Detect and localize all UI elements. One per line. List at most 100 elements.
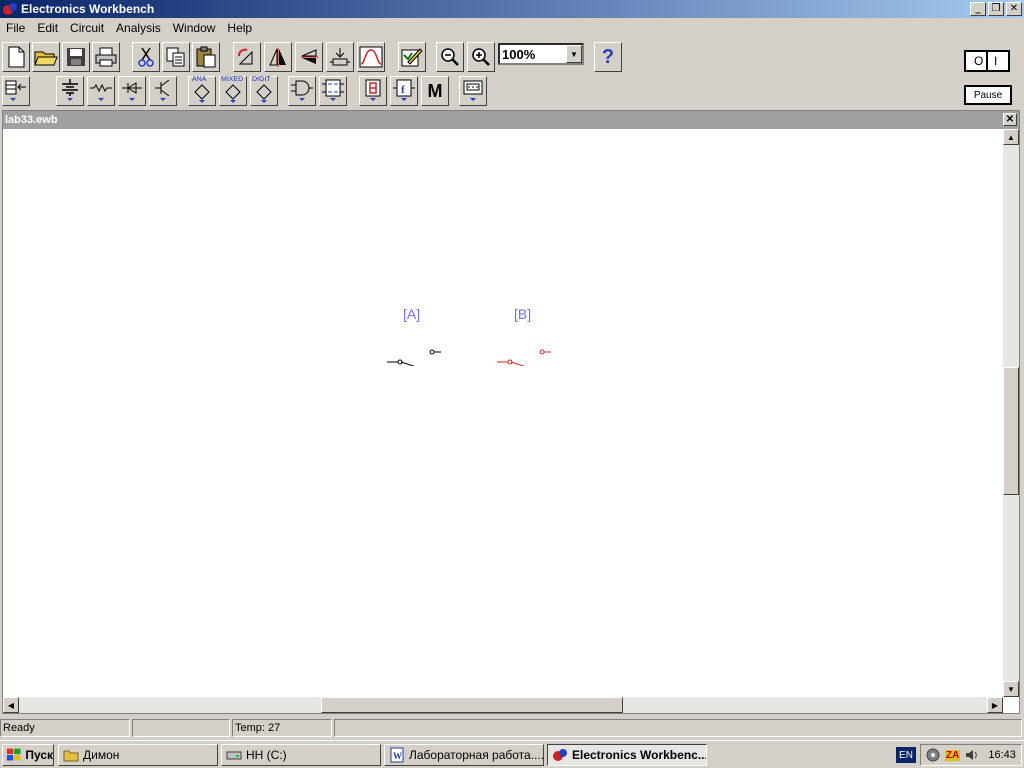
menu-help[interactable]: Help (221, 21, 258, 35)
status-temperature: Temp: 27 (232, 719, 332, 737)
miscellaneous-bin-button[interactable]: M (421, 76, 449, 106)
logic-gates-bin-button[interactable] (288, 76, 316, 106)
circuit-window-title: lab33.ewb (5, 114, 58, 126)
and-gate-icon (291, 80, 313, 101)
menu-analysis[interactable]: Analysis (110, 21, 167, 35)
close-button[interactable]: ✕ (1006, 2, 1022, 16)
vertical-scrollbar[interactable]: ▲ ▼ (1003, 129, 1019, 697)
zoom-out-button[interactable] (436, 42, 464, 72)
restore-button[interactable]: ❐ (988, 2, 1004, 16)
save-button[interactable] (62, 42, 90, 72)
controls-bin-button[interactable]: f (390, 76, 418, 106)
language-indicator[interactable]: EN (896, 747, 916, 763)
analog-bin-label: ANA (192, 76, 207, 83)
horizontal-scrollbar[interactable]: ◀ ▶ (3, 697, 1003, 713)
start-button[interactable]: Пуск (2, 744, 54, 766)
flip-flop-icon (322, 79, 344, 101)
mixed-ics-bin-button[interactable]: MIXED (219, 76, 247, 106)
system-tray: ZA 16:43 (920, 744, 1022, 766)
instruments-bin-button[interactable] (459, 76, 487, 106)
zoom-in-button[interactable] (467, 42, 495, 72)
printer-icon (95, 47, 117, 67)
scissors-icon (138, 47, 154, 67)
digital-bin-label: DIGIT (252, 76, 271, 83)
copy-icon (166, 47, 185, 67)
menu-window[interactable]: Window (167, 21, 222, 35)
favorites-bin-icon (5, 80, 26, 101)
help-button[interactable]: ? (594, 42, 622, 72)
chevron-down-icon[interactable]: ▼ (566, 45, 582, 63)
status-bar: Ready Temp: 27 (0, 719, 1024, 739)
scroll-left-icon[interactable]: ◀ (3, 697, 19, 713)
menu-edit[interactable]: Edit (31, 21, 64, 35)
volume-icon[interactable] (964, 747, 980, 763)
description-button[interactable] (398, 42, 426, 72)
rotate-icon (238, 48, 253, 65)
window-title: Electronics Workbench (21, 2, 155, 16)
status-cell-2 (132, 719, 230, 737)
task-word[interactable]: W Лабораторная работа.... (384, 744, 544, 766)
scroll-up-icon[interactable]: ▲ (1003, 129, 1019, 145)
circuit-canvas[interactable]: [A] [B] (3, 129, 1003, 697)
new-file-icon (8, 46, 25, 68)
digital-bin-button[interactable] (319, 76, 347, 106)
tray-app-icon[interactable] (925, 747, 941, 763)
title-bar[interactable]: Electronics Workbench _ ❐ ✕ (0, 0, 1024, 18)
copy-button[interactable] (162, 42, 190, 72)
menu-file[interactable]: File (0, 21, 31, 35)
task-drive[interactable]: HH (C:) (221, 744, 381, 766)
instrument-icon (463, 80, 483, 101)
scroll-right-icon[interactable]: ▶ (987, 697, 1003, 713)
component-properties-button[interactable] (326, 42, 354, 72)
transistors-bin-button[interactable] (149, 76, 177, 106)
zoom-select[interactable]: 100% ▼ (498, 43, 584, 65)
basic-bin-button[interactable] (87, 76, 115, 106)
pause-button[interactable]: Pause (964, 85, 1012, 105)
power-switch[interactable]: O I (964, 50, 1010, 72)
folder-icon (63, 750, 79, 762)
rotate-button[interactable] (233, 42, 261, 72)
power-off-label: O (974, 54, 984, 68)
task-folder-label: Димон (83, 748, 120, 762)
paste-button[interactable] (192, 42, 220, 72)
flip-vertical-icon (301, 49, 318, 64)
digital-ics-bin-button[interactable]: DIGIT (250, 76, 278, 106)
minimize-button[interactable]: _ (970, 2, 986, 16)
menu-circuit[interactable]: Circuit (64, 21, 110, 35)
print-button[interactable] (92, 42, 120, 72)
diode-icon (122, 82, 142, 101)
task-drive-label: HH (C:) (246, 748, 287, 762)
cut-button[interactable] (132, 42, 160, 72)
mixed-bin-label: MIXED (221, 76, 244, 83)
indicators-bin-button[interactable] (359, 76, 387, 106)
flip-vertical-button[interactable] (295, 42, 323, 72)
new-file-button[interactable] (2, 42, 30, 72)
circuit-window-title-bar[interactable]: lab33.ewb ✕ (3, 111, 1019, 129)
flip-horizontal-button[interactable] (264, 42, 292, 72)
switch-b[interactable]: [B] (497, 306, 557, 366)
circuit-window: lab33.ewb ✕ [A] [B] ▲ ▼ ◀ ▶ (2, 110, 1020, 714)
task-electronics-workbench[interactable]: Electronics Workbenc... (547, 744, 707, 766)
clipboard-icon (196, 46, 216, 68)
zonealarm-icon[interactable]: ZA (945, 749, 961, 761)
favorites-bin-button[interactable] (2, 76, 30, 106)
task-folder[interactable]: Димон (58, 744, 218, 766)
horizontal-scroll-thumb[interactable] (321, 697, 623, 713)
open-folder-icon (34, 51, 58, 66)
vertical-scroll-thumb[interactable] (1003, 367, 1019, 495)
analysis-graphs-button[interactable] (357, 42, 385, 72)
open-button[interactable] (32, 42, 60, 72)
diodes-bin-button[interactable] (118, 76, 146, 106)
graph-icon (359, 46, 383, 68)
circuit-window-close-button[interactable]: ✕ (1003, 113, 1017, 126)
transistor-icon (155, 79, 170, 101)
status-message: Ready (0, 719, 130, 737)
pencil-note-icon (401, 48, 423, 67)
switch-a[interactable]: [A] (387, 306, 447, 366)
scroll-down-icon[interactable]: ▼ (1003, 681, 1019, 697)
zoom-value: 100% (502, 46, 536, 62)
word-document-icon: W (390, 747, 404, 763)
sources-bin-button[interactable] (56, 76, 84, 106)
clock: 16:43 (988, 749, 1016, 761)
analog-ics-bin-button[interactable]: ANA (188, 76, 216, 106)
